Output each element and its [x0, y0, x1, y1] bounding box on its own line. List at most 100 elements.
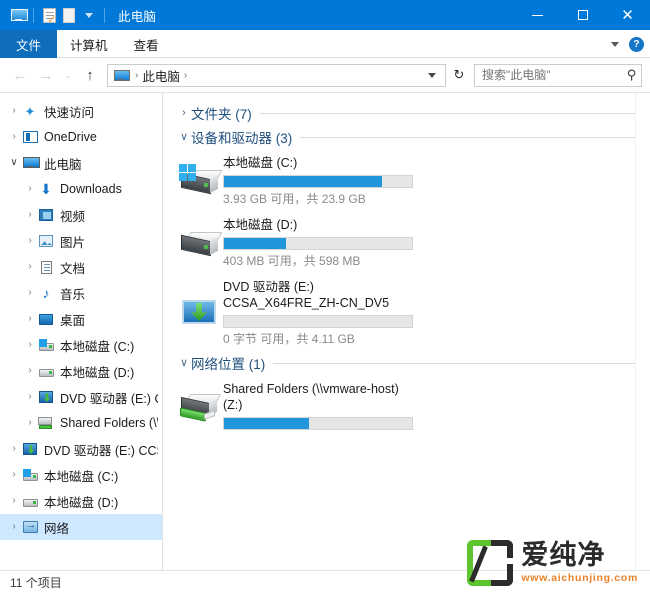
tab-view[interactable]: 查看: [121, 30, 172, 58]
help-icon[interactable]: ?: [629, 36, 644, 52]
group-header[interactable]: ∨ 设备和驱动器 (3): [163, 125, 650, 149]
sidebar-item-label: Shared Folders (\\: [60, 416, 158, 430]
chevron-right-icon[interactable]: ›: [22, 288, 38, 298]
drive-free-space-label: 0 字节 可用，共 4.11 GB: [223, 332, 355, 346]
chevron-down-icon[interactable]: ∨: [177, 131, 191, 143]
chevron-right-icon[interactable]: ›: [22, 418, 38, 428]
chevron-right-icon[interactable]: ›: [177, 107, 191, 119]
group-divider: [259, 112, 640, 114]
drive-item[interactable]: DVD 驱动器 (E:) CCSA_X64FRE_ZH-CN_DV5 0 字节 可用…: [163, 273, 650, 351]
sidebar-item-label: 本地磁盘 (C:): [44, 469, 119, 484]
sidebar-item-label: 网络: [44, 521, 70, 536]
chevron-right-icon[interactable]: ›: [22, 314, 38, 324]
refresh-button[interactable]: ↻: [448, 64, 470, 87]
chevron-right-icon[interactable]: ›: [6, 106, 22, 116]
group-header[interactable]: ∨ 网络位置 (1): [163, 351, 650, 375]
chevron-right-icon[interactable]: ›: [22, 392, 38, 402]
sidebar-item[interactable]: › 本地磁盘 (C:): [0, 332, 162, 358]
chevron-right-icon[interactable]: ›: [22, 210, 38, 220]
customize-caret-icon[interactable]: [79, 5, 99, 25]
drive-free-space-label: 3.93 GB 可用，共 23.9 GB: [223, 192, 366, 206]
chevron-down-icon[interactable]: [428, 72, 436, 78]
explorer-body: › ✦ 快速访问 › OneDrive ∨ 此电脑 › ⬇ Downloads › 视频 › 图片 › 文档 ›…: [0, 92, 650, 570]
navigation-pane[interactable]: › ✦ 快速访问 › OneDrive ∨ 此电脑 › ⬇ Downloads › 视频 › 图片 › 文档 ›…: [0, 93, 163, 570]
search-box[interactable]: ⚲: [474, 63, 642, 87]
chevron-right-icon[interactable]: ›: [6, 132, 22, 142]
sidebar-item[interactable]: ∨ 此电脑: [0, 150, 162, 176]
sidebar-item-label: 桌面: [60, 313, 86, 328]
sidebar-item[interactable]: › ♪ 音乐: [0, 280, 162, 306]
hard-drive-icon: [22, 493, 38, 509]
group-header[interactable]: › 文件夹 (7): [163, 101, 650, 125]
chevron-right-icon[interactable]: ›: [6, 496, 22, 506]
sidebar-item[interactable]: › ⬇ Downloads: [0, 176, 162, 202]
chevron-down-icon[interactable]: [611, 41, 619, 47]
chevron-down-icon[interactable]: ∨: [177, 357, 191, 369]
drive-name: DVD 驱动器 (E:): [223, 280, 314, 294]
sidebar-item[interactable]: › DVD 驱动器 (E:) CC: [0, 384, 162, 410]
tab-file[interactable]: 文件: [0, 30, 58, 58]
breadcrumb-item-this-pc[interactable]: 此电脑: [142, 66, 180, 85]
sidebar-item-label: 本地磁盘 (D:): [60, 365, 135, 380]
sidebar-item[interactable]: › 文档: [0, 254, 162, 280]
breadcrumb-separator[interactable]: ›: [184, 70, 187, 81]
group-title: 文件夹 (7): [191, 107, 252, 122]
sidebar-item[interactable]: › DVD 驱动器 (E:) CCS: [0, 436, 162, 462]
breadcrumb[interactable]: › 此电脑 ›: [107, 63, 446, 87]
chevron-right-icon[interactable]: ›: [22, 236, 38, 246]
drive-item[interactable]: 本地磁盘 (C:) 3.93 GB 可用，共 23.9 GB: [163, 149, 650, 211]
network-drive-icon: [38, 415, 54, 431]
chevron-right-icon[interactable]: ›: [22, 366, 38, 376]
drive-item[interactable]: Shared Folders (\\vmware-host) (Z:): [163, 375, 650, 437]
ribbon-right-controls: ?: [611, 30, 644, 58]
back-button[interactable]: ←: [8, 63, 32, 87]
windows-drive-icon: [38, 337, 54, 353]
minimize-button[interactable]: [515, 0, 560, 30]
search-input[interactable]: [482, 68, 628, 82]
drive-info: Shared Folders (\\vmware-host) (Z:): [223, 379, 650, 433]
sidebar-item[interactable]: › ✦ 快速访问: [0, 98, 162, 124]
sidebar-item-label: 快速访问: [44, 105, 95, 120]
sidebar-item[interactable]: › 本地磁盘 (C:): [0, 462, 162, 488]
capacity-bar: [223, 315, 413, 328]
forward-button[interactable]: →: [34, 63, 58, 87]
chevron-down-icon[interactable]: ∨: [6, 158, 22, 168]
drive-icon-wrap: [177, 215, 223, 269]
close-button[interactable]: ✕: [605, 0, 650, 30]
documents-icon: [38, 259, 54, 275]
network-icon: [22, 519, 38, 535]
sidebar-item[interactable]: › OneDrive: [0, 124, 162, 150]
star-icon: ✦: [24, 103, 36, 119]
chevron-right-icon[interactable]: ›: [22, 184, 38, 194]
sidebar-item[interactable]: › Shared Folders (\\: [0, 410, 162, 436]
sidebar-item[interactable]: › 视频: [0, 202, 162, 228]
sidebar-item[interactable]: › 图片: [0, 228, 162, 254]
properties-icon[interactable]: [39, 5, 59, 26]
capacity-bar-fill: [224, 418, 309, 429]
chevron-right-icon[interactable]: ›: [6, 444, 22, 454]
chevron-right-icon[interactable]: ›: [6, 470, 22, 480]
sidebar-item[interactable]: › 桌面: [0, 306, 162, 332]
search-icon[interactable]: ⚲: [627, 67, 637, 83]
chevron-right-icon[interactable]: ›: [22, 262, 38, 272]
chevron-right-icon[interactable]: ›: [22, 340, 38, 350]
new-folder-icon[interactable]: [59, 5, 79, 25]
sidebar-item[interactable]: › 本地磁盘 (D:): [0, 358, 162, 384]
videos-icon: [38, 207, 54, 223]
maximize-button[interactable]: [560, 0, 605, 30]
tab-computer[interactable]: 计算机: [57, 30, 121, 58]
item-count-label: 11 个项目: [10, 576, 62, 590]
sidebar-item[interactable]: › 网络: [0, 514, 162, 540]
drive-name: 本地磁盘 (D:): [223, 218, 298, 232]
sidebar-item[interactable]: › 本地磁盘 (D:): [0, 488, 162, 514]
sidebar-item-label: DVD 驱动器 (E:) CCS: [44, 443, 158, 458]
up-button[interactable]: ↑: [78, 63, 102, 87]
music-icon: ♪: [42, 285, 50, 301]
recent-locations-button[interactable]: ⌄: [60, 63, 76, 87]
content-scrollbar[interactable]: [635, 93, 650, 570]
this-pc-icon[interactable]: [8, 5, 28, 25]
network-drive-icon: [178, 390, 222, 422]
drive-item[interactable]: 本地磁盘 (D:) 403 MB 可用，共 598 MB: [163, 211, 650, 273]
chevron-right-icon[interactable]: ›: [6, 522, 22, 532]
content-pane[interactable]: › 文件夹 (7) ∨ 设备和驱动器 (3) 本地磁盘 (C:) 3.93 GB 可用，共…: [163, 93, 650, 570]
